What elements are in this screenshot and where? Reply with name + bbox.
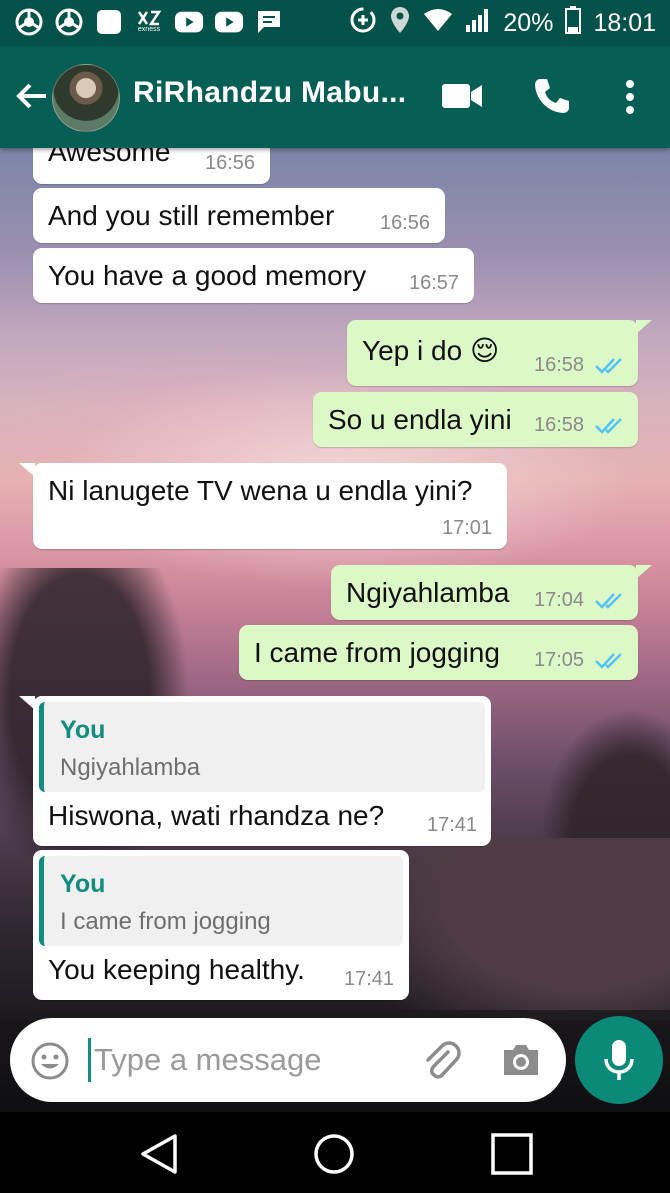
message-text: Hiswona, wati rhandza ne? [48,800,385,831]
microphone-icon [604,1040,634,1080]
message-bubble-incoming[interactable]: You I came from jogging You keeping heal… [33,850,409,1000]
message-text: Awesome [48,148,171,167]
youtube-icon [174,7,204,37]
message-bubble-outgoing[interactable]: Ngiyahlamba 17:04 [331,565,638,620]
message-icon [254,7,284,37]
quoted-author: You [60,716,106,744]
battery-percent: 20% [503,9,554,37]
bubble-tail [636,320,652,334]
express-icon: exness [134,7,164,37]
back-arrow-icon[interactable] [12,76,52,116]
message-time: 17:41 [427,814,478,836]
message-bubble-incoming[interactable]: You have a good memory 16:57 [33,248,474,303]
text-cursor [88,1038,91,1082]
status-bar: exness 20% 18:01 [0,0,670,46]
camera-icon[interactable] [500,1040,542,1080]
message-bubble-outgoing[interactable]: I came from jogging 17:05 [239,625,638,680]
notification-icons: exness [14,7,284,37]
wifi-icon [423,8,453,39]
avatar[interactable] [52,64,120,132]
signal-icon [465,7,491,40]
message-text: And you still remember [48,200,335,231]
read-receipt-icon [595,418,622,434]
read-receipt-icon [595,358,622,374]
message-text: Yep i do 😌 [362,335,500,366]
message-bubble-outgoing[interactable]: Yep i do 😌 16:58 [347,320,638,386]
battery-icon [565,6,582,41]
message-input-bar[interactable]: Type a message [10,1018,566,1102]
message-bubble-outgoing[interactable]: So u endla yini 16:58 [313,392,638,447]
message-time: 16:56 [380,212,431,234]
message-time: 17:01 [442,517,493,539]
nav-recents-icon[interactable] [490,1132,534,1176]
message-time: 17:41 [344,968,395,990]
app-icon [94,7,124,37]
message-time: 16:58 [534,414,585,436]
contact-name[interactable]: RiRhandzu Mabu... [133,76,406,110]
quoted-message[interactable]: You Ngiyahlamba [39,702,485,792]
more-options-icon[interactable] [616,76,644,118]
message-time: 16:57 [409,272,460,294]
chat-header: RiRhandzu Mabu... [0,46,670,148]
message-input[interactable]: Type a message [94,1042,321,1078]
chrome-icon [54,7,84,37]
nav-back-icon[interactable] [138,1132,180,1176]
message-time: 17:05 [534,649,585,671]
data-saver-icon [349,6,377,41]
message-bubble-incoming[interactable]: And you still remember 16:56 [33,188,445,243]
quoted-author: You [60,870,106,898]
message-text: Ngiyahlamba [346,577,510,608]
read-receipt-icon [595,653,622,669]
system-indicators: 20% 18:01 [349,6,656,41]
chat-area[interactable]: Awesome 16:56 And you still remember 16:… [0,148,670,1020]
quoted-text: I came from jogging [60,908,271,935]
message-time: 17:04 [534,589,585,611]
system-nav-bar [0,1112,670,1193]
video-call-icon[interactable] [440,78,484,114]
message-bubble-incoming[interactable]: Ni lanugete TV wena u endla yini? 17:01 [33,463,507,549]
voice-call-icon[interactable] [532,76,572,116]
message-text: You keeping healthy. [48,954,305,985]
clock: 18:01 [593,9,656,37]
message-time: 16:58 [534,354,585,376]
bubble-tail [636,565,652,579]
location-icon [389,6,411,41]
quoted-text: Ngiyahlamba [60,754,201,781]
read-receipt-icon [595,593,622,609]
microphone-button[interactable] [575,1016,663,1104]
message-text: You have a good memory [48,260,367,291]
nav-home-icon[interactable] [312,1132,356,1176]
message-text: Ni lanugete TV wena u endla yini? [48,475,473,506]
message-text: So u endla yini [328,404,512,435]
express-label: exness [137,26,161,33]
message-bubble-incoming[interactable]: You Ngiyahlamba Hiswona, wati rhandza ne… [33,696,491,846]
youtube-icon [214,7,244,37]
message-bubble-incoming[interactable]: Awesome 16:56 [33,148,270,184]
quoted-message[interactable]: You I came from jogging [39,856,403,946]
paperclip-icon[interactable] [418,1038,462,1082]
emoji-icon[interactable] [30,1041,70,1081]
message-time: 16:56 [205,152,256,174]
chrome-icon [14,7,44,37]
message-text: I came from jogging [254,637,500,668]
